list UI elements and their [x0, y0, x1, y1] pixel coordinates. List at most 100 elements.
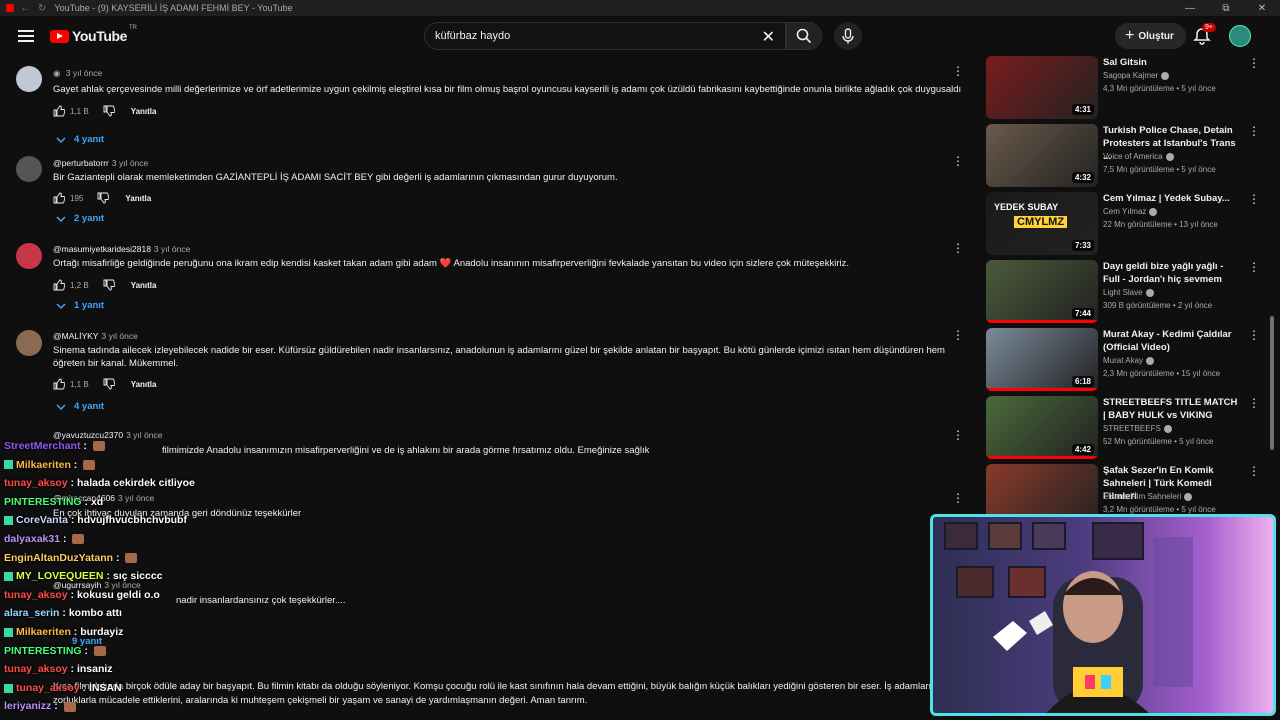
dislike-icon[interactable]	[103, 279, 115, 291]
chat-username: StreetMerchant	[4, 440, 81, 452]
account-avatar[interactable]	[1229, 25, 1251, 47]
like-count: 1,2 B	[70, 280, 89, 290]
comment-time: 3 yıl önce	[65, 68, 103, 78]
reply-button[interactable]: Yanıtla	[131, 107, 157, 116]
chat-username: MY_LOVEQUEEN	[16, 570, 104, 583]
chat-message: MY_LOVEQUEEN : sıç sicccc	[4, 570, 163, 582]
dislike-icon[interactable]	[103, 105, 115, 117]
video-thumbnail[interactable]: 4:31	[986, 56, 1098, 119]
chat-separator: :	[113, 551, 123, 564]
like-icon[interactable]	[53, 279, 65, 291]
video-meta: 4,3 Mn görüntüleme • 5 yıl önce	[1103, 84, 1216, 93]
back-icon[interactable]: ←	[20, 3, 30, 14]
scrollbar-thumb[interactable]	[1270, 316, 1274, 450]
more-options-icon[interactable]: ⋮	[1248, 124, 1260, 138]
commenter-avatar[interactable]	[16, 66, 42, 92]
chat-text: xd	[90, 495, 104, 508]
related-video-item[interactable]: 4:42 STREETBEEFS TITLE MATCH | BABY HULK …	[986, 396, 1262, 460]
more-options-icon[interactable]: ⋮	[1248, 396, 1260, 410]
related-video-item[interactable]: 4:32 Turkish Police Chase, Detain Protest…	[986, 124, 1262, 188]
reply-button[interactable]: Yanıtla	[125, 194, 151, 203]
more-options-icon[interactable]: ⋮	[952, 328, 964, 342]
more-options-icon[interactable]: ⋮	[952, 491, 964, 505]
more-options-icon[interactable]: ⋮	[1248, 56, 1260, 70]
window-title: YouTube - (9) KAYSERİLİ İŞ ADAMI FEHMİ B…	[54, 3, 293, 13]
video-title[interactable]: Murat Akay - Kedimi Çaldılar (Official V…	[1103, 328, 1241, 354]
video-channel[interactable]: Efsane Film Sahneleri	[1103, 492, 1193, 501]
youtube-logo[interactable]: YouTube TR	[50, 25, 137, 44]
video-thumbnail[interactable]: 7:44	[986, 260, 1098, 323]
related-video-item[interactable]: 6:18 Murat Akay - Kedimi Çaldılar (Offici…	[986, 328, 1262, 392]
menu-icon[interactable]	[18, 30, 34, 42]
create-button[interactable]: + Oluştur	[1115, 23, 1186, 49]
clear-search-icon[interactable]: ✕	[762, 27, 775, 47]
video-title[interactable]: STREETBEEFS TITLE MATCH | BABY HULK vs V…	[1103, 396, 1241, 422]
comment-author[interactable]: @yavuztuzcu2370	[53, 430, 123, 440]
video-channel[interactable]: STREETBEEFS	[1103, 424, 1172, 433]
more-options-icon[interactable]: ⋮	[952, 64, 964, 78]
comment-author[interactable]: @masumiyetkaridesi2818	[53, 244, 151, 254]
video-channel[interactable]: Sagopa Kajmer	[1103, 71, 1170, 80]
reply-button[interactable]: Yanıtla	[131, 281, 157, 290]
video-channel[interactable]: Voice of America	[1103, 152, 1174, 161]
like-icon[interactable]	[53, 192, 65, 204]
comment-author-line: @masumiyetkaridesi2818 3 yıl önce	[53, 244, 190, 254]
restore-icon[interactable]: ⧉	[1208, 3, 1244, 14]
channel-name: Efsane Film Sahneleri	[1103, 492, 1182, 501]
voice-search-button[interactable]	[834, 22, 862, 50]
reload-icon[interactable]: ↻	[38, 3, 46, 14]
search-button[interactable]	[786, 22, 822, 50]
like-count: 195	[70, 193, 84, 203]
related-video-item[interactable]: 4:31 Sal Gitsin Sagopa Kajmer 4,3 Mn görünt…	[986, 56, 1262, 120]
show-replies-button[interactable]: 2 yanıt	[56, 213, 104, 224]
more-options-icon[interactable]: ⋮	[952, 241, 964, 255]
more-options-icon[interactable]: ⋮	[1248, 328, 1260, 342]
dislike-icon[interactable]	[97, 192, 110, 204]
chat-message: leriyanizz :	[4, 700, 76, 712]
plus-icon: +	[1125, 27, 1135, 44]
related-video-item[interactable]: YEDEK SUBAY CMYLMZ 7:33 Cem Yılmaz | Yedek …	[986, 192, 1262, 256]
video-title[interactable]: Dayı geldi bize yağlı yağlı - Full - Jor…	[1103, 260, 1241, 286]
video-thumbnail[interactable]: YEDEK SUBAY CMYLMZ 7:33	[986, 192, 1098, 255]
video-meta: 2,3 Mn görüntüleme • 15 yıl önce	[1103, 369, 1221, 378]
chat-emote-icon	[93, 645, 106, 656]
more-options-icon[interactable]: ⋮	[1248, 192, 1260, 206]
more-options-icon[interactable]: ⋮	[952, 154, 964, 168]
video-duration: 7:33	[1071, 240, 1094, 251]
video-title[interactable]: Sal Gitsin	[1103, 56, 1241, 69]
close-window-icon[interactable]: ✕	[1244, 3, 1280, 14]
show-replies-button[interactable]: 1 yanıt	[56, 300, 104, 311]
related-video-item[interactable]: 7:44 Dayı geldi bize yağlı yağlı - Full -…	[986, 260, 1262, 324]
verified-icon	[1146, 356, 1155, 365]
more-options-icon[interactable]: ⋮	[1248, 464, 1260, 478]
video-title[interactable]: Cem Yılmaz | Yedek Subay...	[1103, 192, 1241, 205]
show-replies-button[interactable]: 4 yanıt	[56, 134, 104, 145]
like-icon[interactable]	[53, 378, 65, 390]
video-meta: 22 Mn görüntüleme • 13 yıl önce	[1103, 220, 1218, 229]
video-channel[interactable]: Cem Yılmaz	[1103, 207, 1158, 216]
chat-message: PINTERESTING :	[4, 645, 106, 657]
microphone-icon	[842, 28, 854, 44]
commenter-avatar[interactable]	[16, 330, 42, 356]
commenter-avatar[interactable]	[16, 156, 42, 182]
video-thumbnail[interactable]: 4:42	[986, 396, 1098, 459]
webcam-overlay	[930, 514, 1276, 716]
comment-author[interactable]: @MALİYKY	[53, 331, 98, 341]
more-options-icon[interactable]: ⋮	[1248, 260, 1260, 274]
dislike-icon[interactable]	[103, 378, 115, 390]
subscriber-badge-icon	[4, 516, 13, 526]
like-icon[interactable]	[53, 105, 65, 117]
more-options-icon[interactable]: ⋮	[952, 428, 964, 442]
chat-separator: :	[59, 607, 69, 620]
video-thumbnail[interactable]: 4:32	[986, 124, 1098, 187]
reply-button[interactable]: Yanıtla	[131, 380, 157, 389]
commenter-avatar[interactable]	[16, 243, 42, 269]
video-channel[interactable]: Light Slave	[1103, 288, 1154, 297]
chat-message: tunay_aksoy : İNSAN	[4, 682, 122, 694]
minimize-icon[interactable]: —	[1172, 3, 1208, 14]
show-replies-button[interactable]: 4 yanıt	[56, 401, 104, 412]
video-thumbnail[interactable]: 6:18	[986, 328, 1098, 391]
comment-author[interactable]: @perturbatorrr	[53, 158, 109, 168]
search-input[interactable]: küfürbaz haydo ✕	[424, 22, 786, 50]
video-channel[interactable]: Murat Akay	[1103, 356, 1155, 365]
